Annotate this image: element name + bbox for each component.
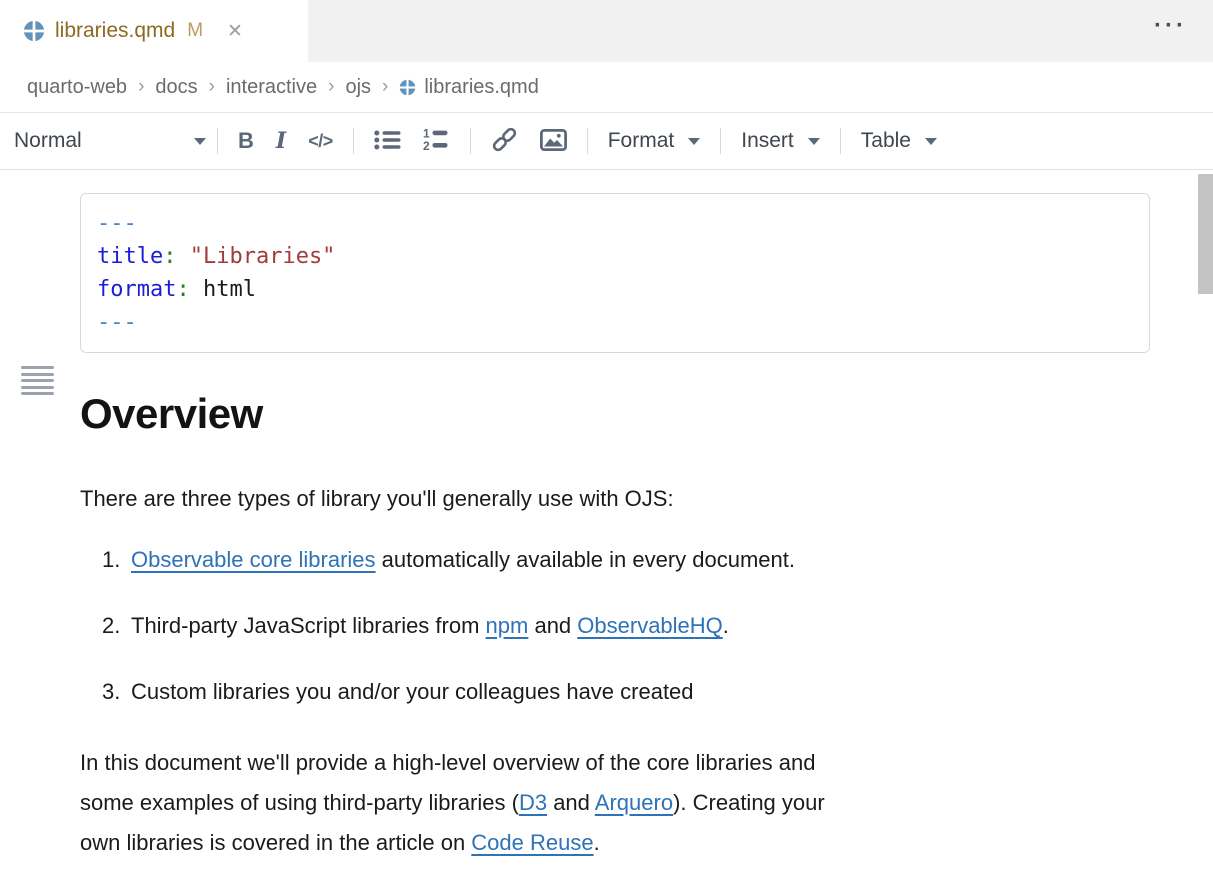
breadcrumb-item-interactive[interactable]: interactive: [226, 76, 317, 99]
toolbar-divider: [217, 128, 218, 154]
text-run: automatically available in every documen…: [376, 547, 795, 572]
yaml-code-line: title: "Libraries": [97, 240, 1133, 273]
scrollbar-thumb[interactable]: [1198, 174, 1213, 294]
chevron-down-icon: [808, 138, 820, 145]
more-actions-icon[interactable]: ···: [1154, 14, 1187, 38]
list-marker: 1.: [102, 545, 131, 575]
link[interactable]: ObservableHQ: [577, 613, 723, 638]
scrollbar[interactable]: [1198, 171, 1213, 889]
list-item: 2.Third-party JavaScript libraries from …: [102, 611, 1150, 641]
insert-image-button[interactable]: [529, 121, 578, 161]
toolbar-divider: [587, 128, 588, 154]
toolbar-divider: [470, 128, 471, 154]
breadcrumb-item-quarto-web[interactable]: quarto-web: [27, 76, 127, 99]
breadcrumb-item-docs[interactable]: docs: [155, 76, 197, 99]
breadcrumb-file-label: libraries.qmd: [424, 76, 538, 99]
toolbar-divider: [353, 128, 354, 154]
image-icon: [540, 129, 567, 154]
text-run: Custom libraries you and/or your colleag…: [131, 679, 694, 704]
numbered-list[interactable]: 1.Observable core libraries automaticall…: [80, 545, 1150, 707]
list-marker: 3.: [102, 677, 131, 707]
link[interactable]: npm: [486, 613, 529, 638]
breadcrumb-item-file[interactable]: libraries.qmd: [399, 76, 538, 99]
format-menu-label: Format: [608, 129, 675, 153]
bullet-list-icon: [374, 129, 401, 154]
chevron-down-icon: [194, 138, 206, 145]
link-icon: [491, 127, 518, 155]
breadcrumb-separator: ›: [382, 76, 388, 98]
link[interactable]: D3: [519, 790, 547, 815]
bold-button[interactable]: B: [227, 121, 265, 161]
text-run: and: [528, 613, 577, 638]
breadcrumb-separator: ›: [138, 76, 144, 98]
quarto-file-icon: [399, 79, 416, 96]
text-run: .: [723, 613, 729, 638]
chevron-down-icon: [925, 138, 937, 145]
paragraph-style-dropdown[interactable]: Normal: [12, 121, 208, 161]
format-menu[interactable]: Format: [597, 121, 712, 161]
yaml-token: ---: [97, 211, 137, 236]
chevron-down-icon: [688, 138, 700, 145]
document-heading[interactable]: Overview: [80, 391, 1150, 437]
tab-bar-empty-area: ···: [308, 0, 1213, 62]
tab-title: libraries.qmd: [55, 19, 175, 43]
bullet-list-button[interactable]: [363, 121, 412, 161]
link[interactable]: Code Reuse: [471, 830, 593, 855]
yaml-code-line: ---: [97, 207, 1133, 240]
text-run: ). Creating your: [673, 790, 825, 815]
yaml-code-line: format: html: [97, 273, 1133, 306]
tab-bar: libraries.qmd M ✕ ···: [0, 0, 1213, 62]
closing-paragraph[interactable]: In this document we'll provide a high-le…: [80, 743, 1150, 863]
text-run: There are three types of library you'll …: [80, 486, 674, 511]
table-menu-label: Table: [861, 129, 911, 153]
breadcrumb-item-ojs[interactable]: ojs: [345, 76, 371, 99]
toolbar-divider: [720, 128, 721, 154]
formatting-toolbar: Normal B I </> 1 2: [0, 112, 1213, 170]
italic-button[interactable]: I: [265, 121, 297, 161]
table-menu[interactable]: Table: [850, 121, 948, 161]
breadcrumb-separator: ›: [209, 76, 215, 98]
quarto-file-icon: [23, 20, 45, 42]
insert-menu-label: Insert: [741, 129, 794, 153]
text-run: In this document we'll provide a high-le…: [80, 750, 815, 775]
link[interactable]: Arquero: [595, 790, 673, 815]
text-run: and: [547, 790, 595, 815]
text-run: .: [594, 830, 600, 855]
text-run: own libraries is covered in the article …: [80, 830, 471, 855]
list-item: 1.Observable core libraries automaticall…: [102, 545, 1150, 575]
insert-menu[interactable]: Insert: [730, 121, 831, 161]
close-icon[interactable]: ✕: [227, 20, 243, 43]
intro-paragraph[interactable]: There are three types of library you'll …: [80, 479, 1150, 519]
paragraph-style-value: Normal: [14, 129, 82, 153]
yaml-code-line: ---: [97, 306, 1133, 339]
list-item: 3.Custom libraries you and/or your colle…: [102, 677, 1150, 707]
yaml-metadata-block[interactable]: ---title: "Libraries"format: html---: [80, 193, 1150, 353]
yaml-token: :: [176, 277, 189, 302]
breadcrumb-separator: ›: [328, 76, 334, 98]
numbered-list-icon: 1 2: [423, 128, 450, 154]
yaml-token: format: [97, 277, 176, 302]
numbered-list-button[interactable]: 1 2: [412, 121, 461, 161]
visual-editor-content[interactable]: ---title: "Libraries"format: html--- Ove…: [0, 170, 1213, 863]
code-button[interactable]: </>: [297, 121, 344, 161]
text-run: Third-party JavaScript libraries from: [131, 613, 486, 638]
yaml-token: :: [163, 244, 176, 269]
yaml-token: [176, 244, 189, 269]
modified-badge: M: [187, 20, 203, 42]
yaml-token: html: [190, 277, 256, 302]
block-drag-handle-icon[interactable]: [21, 366, 54, 395]
text-run: some examples of using third-party libra…: [80, 790, 519, 815]
yaml-token: "Libraries": [190, 244, 336, 269]
insert-link-button[interactable]: [480, 121, 529, 161]
yaml-token: title: [97, 244, 163, 269]
toolbar-divider: [840, 128, 841, 154]
tab-libraries-qmd[interactable]: libraries.qmd M ✕: [0, 0, 308, 62]
breadcrumb: quarto-web › docs › interactive › ojs › …: [0, 62, 1213, 112]
list-marker: 2.: [102, 611, 131, 641]
svg-text:2: 2: [423, 139, 430, 151]
link[interactable]: Observable core libraries: [131, 547, 376, 572]
yaml-token: ---: [97, 310, 137, 335]
